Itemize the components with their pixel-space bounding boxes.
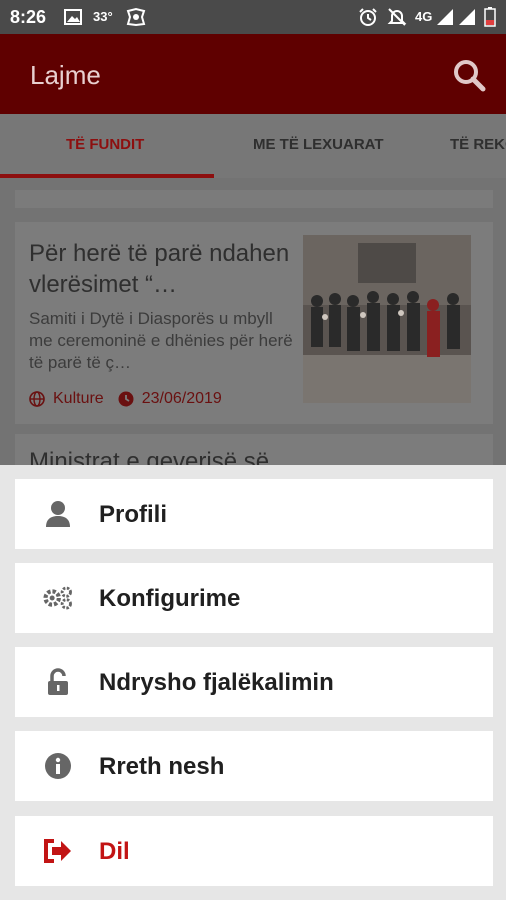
signal-icon <box>436 7 454 27</box>
tab-bar: TË FUNDIT ME TË LEXUARAT TË REKOMANDUARA <box>0 114 506 178</box>
unlock-icon <box>43 668 73 696</box>
signal-icon-2 <box>458 7 476 27</box>
sign-out-icon <box>43 837 73 865</box>
news-list: Për herë të parë ndahen vlerësimet “… Sa… <box>0 178 506 465</box>
search-icon[interactable] <box>452 58 486 92</box>
status-time: 8:26 <box>10 7 47 27</box>
alarm-icon <box>358 7 378 27</box>
article-date: 23/06/2019 <box>141 390 222 407</box>
mute-icon <box>387 7 407 27</box>
battery-icon <box>484 7 496 27</box>
app-bar: Lajme <box>0 34 506 114</box>
info-icon <box>43 752 73 780</box>
tab-latest[interactable]: TË FUNDIT <box>66 136 144 153</box>
article-card-2[interactable]: Ministrat e qeverisë së… <box>15 434 493 465</box>
article-headline-2: Ministrat e qeverisë së… <box>29 448 294 465</box>
menu-item-label: Profili <box>99 501 168 528</box>
menu-item-about[interactable]: Rreth nesh <box>15 731 493 801</box>
clock-icon <box>118 391 134 407</box>
tab-most-read[interactable]: ME TË LEXUARAT <box>253 136 384 153</box>
status-temperature: 33° <box>93 9 113 24</box>
menu-item-logout[interactable]: Dil <box>15 816 493 886</box>
bottom-sheet-menu: Profili Konfigurime Ndrysho fjalëkalimin… <box>0 465 506 900</box>
network-type: 4G <box>415 9 433 24</box>
user-icon <box>43 500 73 528</box>
article-photo <box>303 235 471 403</box>
article-meta: Kulture 23/06/2019 <box>29 390 222 408</box>
menu-item-label: Dil <box>99 838 130 865</box>
image-notification-icon <box>64 7 82 27</box>
article-headline: Për herë të parë ndahen vlerësimet “… <box>29 240 290 298</box>
app-title: Lajme <box>30 60 101 90</box>
tab-recommended[interactable]: TË REKOMANDUARA <box>450 136 506 153</box>
article-summary: Samiti i Dytë i Diasporës u mbyll me cer… <box>29 309 293 372</box>
menu-item-change-password[interactable]: Ndrysho fjalëkalimin <box>15 647 493 717</box>
menu-item-label: Konfigurime <box>99 585 241 612</box>
menu-item-profile[interactable]: Profili <box>15 479 493 549</box>
menu-item-label: Ndrysho fjalëkalimin <box>99 669 334 696</box>
menu-item-settings[interactable]: Konfigurime <box>15 563 493 633</box>
status-bar: 8:26 33° 4G <box>0 0 506 34</box>
article-category: Kulture <box>53 390 104 407</box>
globe-icon <box>29 391 45 407</box>
menu-item-label: Rreth nesh <box>99 753 225 780</box>
previous-article-card[interactable] <box>15 190 493 208</box>
app-notification-icon <box>126 7 146 27</box>
article-card[interactable]: Për herë të parë ndahen vlerësimet “… Sa… <box>15 222 493 424</box>
gears-icon <box>43 584 73 612</box>
